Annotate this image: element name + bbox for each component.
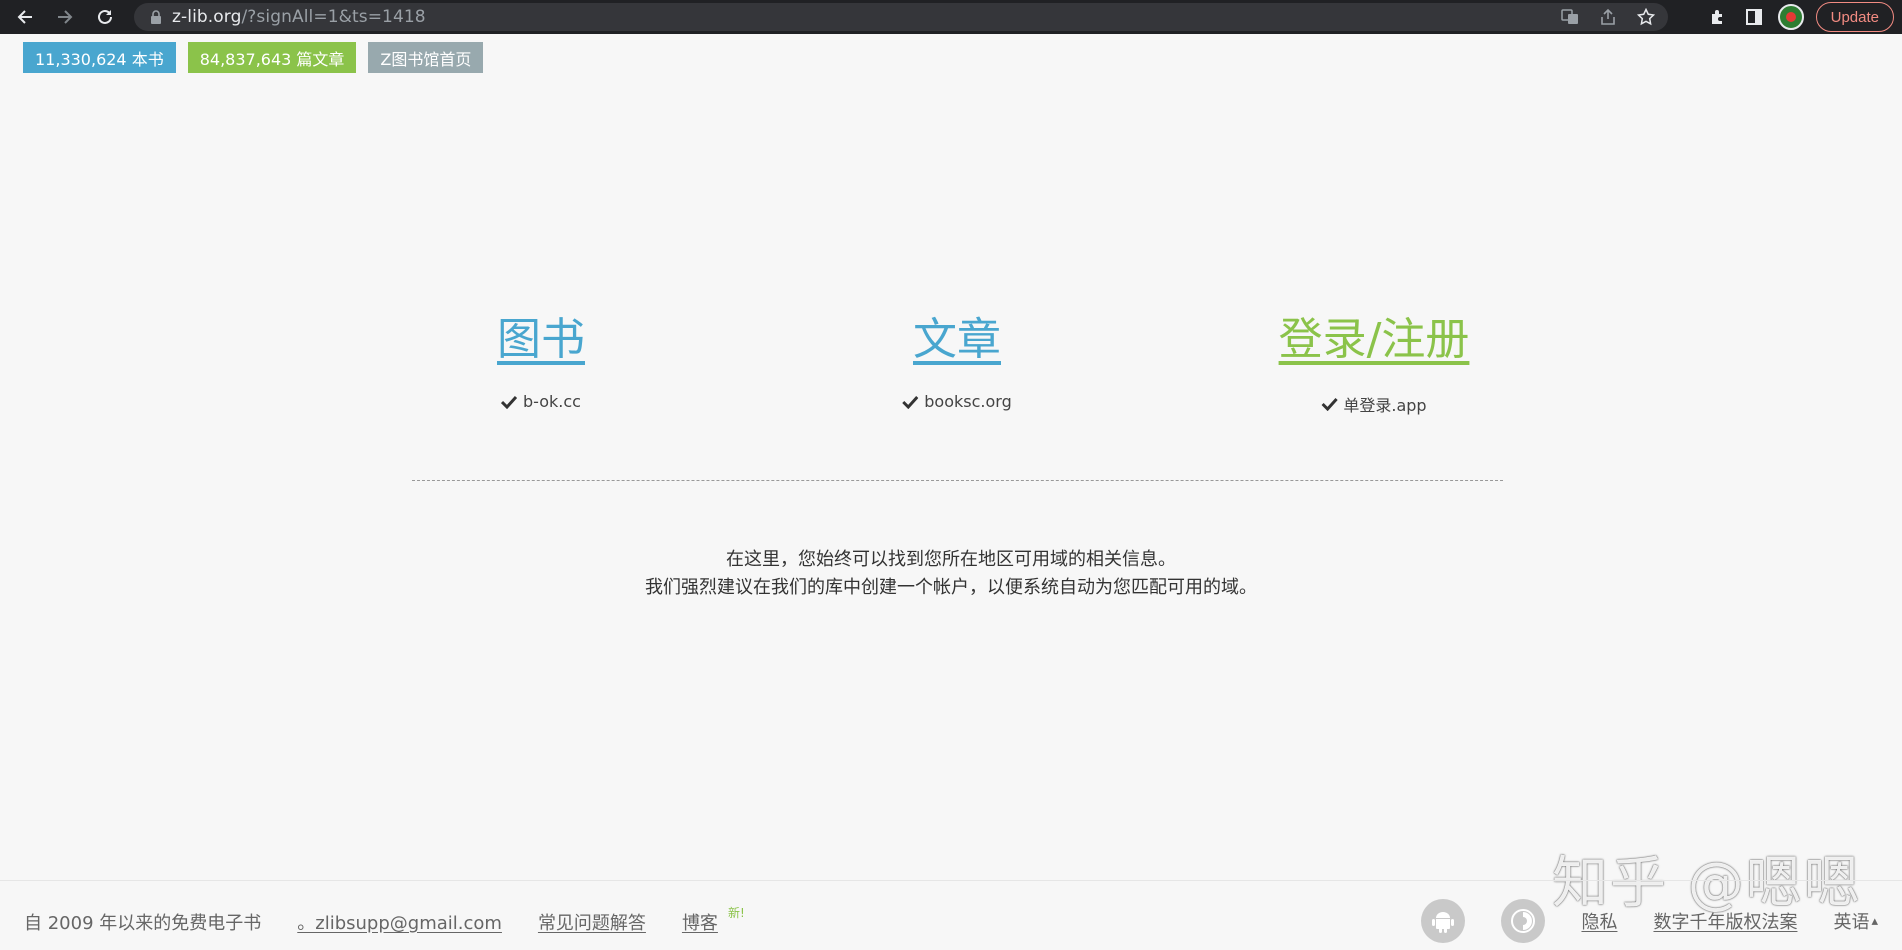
books-count-badge[interactable]: 11,330,624 本书 <box>23 42 176 73</box>
login-column: 登录/注册 单登录.app <box>1279 310 1470 416</box>
books-link[interactable]: 图书 <box>497 310 585 370</box>
login-domain: 单登录.app <box>1343 396 1427 415</box>
update-button[interactable]: Update <box>1815 2 1894 32</box>
share-icon[interactable] <box>1596 5 1620 29</box>
lock-icon[interactable] <box>148 9 164 25</box>
forward-icon[interactable] <box>48 0 82 34</box>
language-label: 英语 <box>1833 912 1870 933</box>
dmca-link[interactable]: 数字千年版权法案 <box>1653 908 1797 934</box>
android-icon[interactable] <box>1421 899 1466 943</box>
articles-count-badge[interactable]: 84,837,643 篇文章 <box>187 42 357 73</box>
footer-since-text: 自 2009 年以来的免费电子书 <box>24 913 262 934</box>
url-text[interactable]: z-lib.org/?signAll=1&ts=1418 <box>172 7 426 27</box>
browser-toolbar: z-lib.org/?signAll=1&ts=1418 Update <box>0 0 1902 34</box>
reload-icon[interactable] <box>88 0 122 34</box>
articles-column: 文章 booksc.org <box>902 310 1012 411</box>
translate-icon[interactable] <box>1558 5 1582 29</box>
library-home-badge[interactable]: Z图书馆首页 <box>368 42 484 73</box>
privacy-link[interactable]: 隐私 <box>1581 908 1617 934</box>
support-email-link[interactable]: 。zlibsupp@gmail.com <box>297 909 502 935</box>
caret-up-icon: ▴ <box>1871 913 1878 929</box>
footer: 自 2009 年以来的免费电子书 。zlibsupp@gmail.com 常见问… <box>0 880 1902 950</box>
language-selector[interactable]: 英语 ▴ <box>1833 908 1878 934</box>
check-icon <box>902 394 919 410</box>
star-icon[interactable] <box>1634 5 1658 29</box>
login-register-link[interactable]: 登录/注册 <box>1279 310 1470 370</box>
tor-icon[interactable] <box>1501 899 1546 943</box>
dashed-divider <box>412 480 1503 481</box>
new-badge: 新! <box>727 905 745 920</box>
avatar[interactable] <box>1777 4 1804 30</box>
blog-link[interactable]: 博客 <box>682 909 718 935</box>
back-icon[interactable] <box>8 0 42 34</box>
address-bar[interactable]: z-lib.org/?signAll=1&ts=1418 <box>134 3 1668 31</box>
side-panel-icon[interactable] <box>1742 5 1766 29</box>
books-domain: b-ok.cc <box>523 392 581 411</box>
check-icon <box>501 394 518 410</box>
info-line-2: 我们强烈建议在我们的库中创建一个帐户，以便系统自动为您匹配可用的域。 <box>645 577 1257 598</box>
puzzle-icon[interactable] <box>1706 5 1730 29</box>
articles-link[interactable]: 文章 <box>902 310 1011 370</box>
check-icon <box>1321 396 1338 412</box>
info-line-1: 在这里，您始终可以找到您所在地区可用域的相关信息。 <box>726 549 1176 570</box>
books-column: 图书 b-ok.cc <box>497 310 585 411</box>
domain-info-text: 在这里，您始终可以找到您所在地区可用域的相关信息。 我们强烈建议在我们的库中创建… <box>0 546 1902 602</box>
faq-link[interactable]: 常见问题解答 <box>538 909 646 935</box>
stats-bar: 11,330,624 本书 84,837,643 篇文章 Z图书馆首页 <box>23 42 484 73</box>
articles-domain: booksc.org <box>924 392 1012 411</box>
